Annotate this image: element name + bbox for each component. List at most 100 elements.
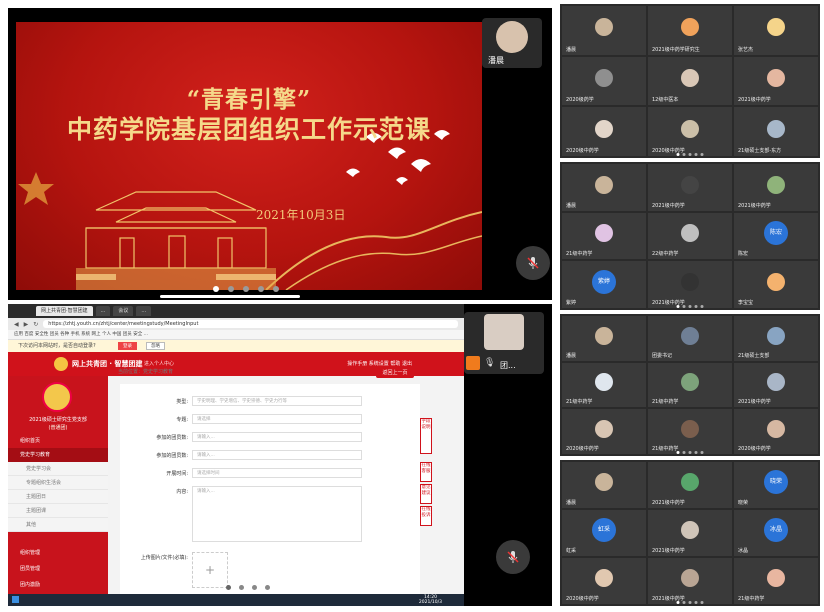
pager-dot[interactable]	[213, 286, 219, 292]
notice-ignore-button[interactable]: 忽略	[146, 342, 165, 350]
nav-subitem[interactable]: 党史学习会	[8, 462, 108, 476]
participant-tile[interactable]: 2021级中药学	[648, 261, 732, 308]
pager-dot[interactable]	[226, 585, 231, 590]
float-tag-suggest[interactable]: 意见建议	[420, 484, 432, 504]
participant-tile[interactable]: 2021级中药学	[734, 164, 818, 211]
pager-dot[interactable]	[700, 305, 704, 308]
participant-tile[interactable]: 2021级中药学	[648, 510, 732, 556]
participant-tile[interactable]: 潘晨	[562, 164, 646, 211]
participant-tile[interactable]: 21级中药学	[648, 409, 732, 454]
pager-dot[interactable]	[700, 601, 704, 604]
participant-tile[interactable]: 潘晨	[562, 462, 646, 508]
pager-dot[interactable]	[682, 451, 686, 454]
personal-center-link[interactable]: 进入个人中心	[144, 360, 174, 367]
pager-dot[interactable]	[682, 601, 686, 604]
participant-tile[interactable]: 21级中药学	[562, 212, 646, 260]
pager-dot[interactable]	[694, 153, 698, 156]
participant-tile[interactable]: 紫婷 紫婷	[562, 261, 646, 308]
pager-dot[interactable]	[239, 585, 244, 590]
participant-tile[interactable]: 22级中药学	[648, 212, 732, 260]
tab[interactable]: ...	[95, 306, 111, 316]
pager-dot[interactable]	[676, 601, 680, 604]
participant-tile[interactable]: 团委书记	[648, 316, 732, 361]
tab-active[interactable]: 网上共青团·智慧团建	[36, 306, 93, 316]
pager-dot[interactable]	[694, 601, 698, 604]
pager-dot[interactable]	[258, 286, 264, 292]
header-actions[interactable]: 操作手册 系统设置 帮助 退出	[347, 360, 412, 367]
float-tag-help[interactable]: 字段说明	[420, 418, 432, 454]
participant-tile[interactable]: 2021级中药学	[648, 462, 732, 508]
speaker-thumbnail[interactable]: 潘晨	[482, 18, 542, 68]
pager-dot[interactable]	[700, 451, 704, 454]
pager-dot[interactable]	[688, 153, 692, 156]
nav-subitem[interactable]: 主题团课	[8, 504, 108, 518]
pager-dot[interactable]	[676, 305, 680, 308]
pager-dot[interactable]	[228, 286, 234, 292]
participant-tile[interactable]: 李宝宝	[734, 261, 818, 308]
participant-tile[interactable]: 晓荣 晓荣	[734, 462, 818, 508]
url-input[interactable]: https://zhtj.youth.cn/zhtj/center/meetin…	[43, 320, 458, 328]
pager-dot[interactable]	[676, 451, 680, 454]
presenter-thumbnail[interactable]: 🎙 团...	[464, 312, 544, 374]
participant-tile[interactable]: 潘晨	[562, 316, 646, 361]
date-picker[interactable]: 请选择时间	[192, 468, 362, 478]
float-tag-service[interactable]: 在线客服	[420, 462, 432, 482]
participant-tile[interactable]: 21级中药学	[734, 558, 818, 604]
pager-dot[interactable]	[688, 601, 692, 604]
participant-tile[interactable]: 2021级中药学研究生	[648, 6, 732, 55]
participant-tile[interactable]: 2020级中药学	[562, 107, 646, 156]
pager-dot[interactable]	[676, 153, 680, 156]
nav-item-party-history[interactable]: 党史学习教育	[8, 448, 108, 462]
nav-item-incentive[interactable]: 团内激励	[8, 578, 108, 592]
forward-icon[interactable]: ▶	[24, 321, 29, 328]
participant-tile[interactable]: 2020级药学	[562, 56, 646, 106]
participant-tile[interactable]: 2021级中药学	[734, 362, 818, 408]
nav-item-org[interactable]: 组织管理	[8, 546, 108, 560]
participant-tile[interactable]: 潘晨	[562, 6, 646, 55]
pager-dot[interactable]	[243, 286, 249, 292]
participant-tile[interactable]: 冰晶 冰晶	[734, 510, 818, 556]
nav-item-members[interactable]: 团员管理	[8, 562, 108, 576]
participant-tile[interactable]: 12级中医本	[648, 56, 732, 106]
member-count-field-2[interactable]: 请输入...	[192, 450, 362, 460]
member-count-field[interactable]: 请输入...	[192, 432, 362, 442]
participant-tile[interactable]: 2020级中药学	[648, 107, 732, 156]
nav-item-home[interactable]: 组织首页	[8, 434, 108, 448]
participant-tile[interactable]: 2021级中药学	[648, 558, 732, 604]
back-icon[interactable]: ◀	[14, 321, 19, 328]
tab[interactable]: 会议	[113, 306, 134, 316]
pager-dot[interactable]	[682, 153, 686, 156]
nav-subitem[interactable]: 其他	[8, 518, 108, 532]
reload-icon[interactable]: ↻	[33, 321, 38, 328]
pager-dot[interactable]	[265, 585, 270, 590]
pager-dot[interactable]	[694, 451, 698, 454]
type-field[interactable]: 学史明理、学史增信、学史崇德、学史力行等	[192, 396, 362, 406]
pager-dot[interactable]	[700, 153, 704, 156]
pager-dot[interactable]	[252, 585, 257, 590]
pager-dot[interactable]	[273, 286, 279, 292]
pager-dot[interactable]	[694, 305, 698, 308]
participant-tile[interactable]: 2020级中药学	[562, 409, 646, 454]
bookmarks-bar[interactable]: 应用 百度 安全性 团员 各种 手机 系统 网上 个人 中国 团员 安全 ...	[8, 330, 464, 340]
participant-tile[interactable]: 21级硕士支部	[734, 316, 818, 361]
float-tag-complain[interactable]: 在线投诉	[420, 506, 432, 526]
tab[interactable]: ...	[136, 306, 152, 316]
participant-tile[interactable]: 虹采 虹采	[562, 510, 646, 556]
return-button[interactable]: 返回上一页	[376, 368, 414, 378]
mic-muted-button[interactable]	[496, 540, 530, 574]
nav-subitem[interactable]: 专题组织生活会	[8, 476, 108, 490]
start-icon[interactable]	[12, 596, 19, 603]
participant-tile[interactable]: 21级硕士支部-东方	[734, 107, 818, 156]
topic-select[interactable]: 请选择	[192, 414, 362, 424]
nav-subitem[interactable]: 主题团日	[8, 490, 108, 504]
participant-tile[interactable]: 2020级中药学	[562, 558, 646, 604]
participant-tile[interactable]: 张艺杰	[734, 6, 818, 55]
participant-tile[interactable]: 2020级中药学	[734, 409, 818, 454]
pager-dot[interactable]	[688, 305, 692, 308]
participant-tile[interactable]: 21级中药学	[562, 362, 646, 408]
participant-tile[interactable]: 2021级中药学	[734, 56, 818, 106]
participant-tile[interactable]: 陈宏 陈宏	[734, 212, 818, 260]
participant-tile[interactable]: 2021级中药学	[648, 164, 732, 211]
pager-dot[interactable]	[682, 305, 686, 308]
upload-add-button[interactable]: +	[192, 552, 228, 588]
